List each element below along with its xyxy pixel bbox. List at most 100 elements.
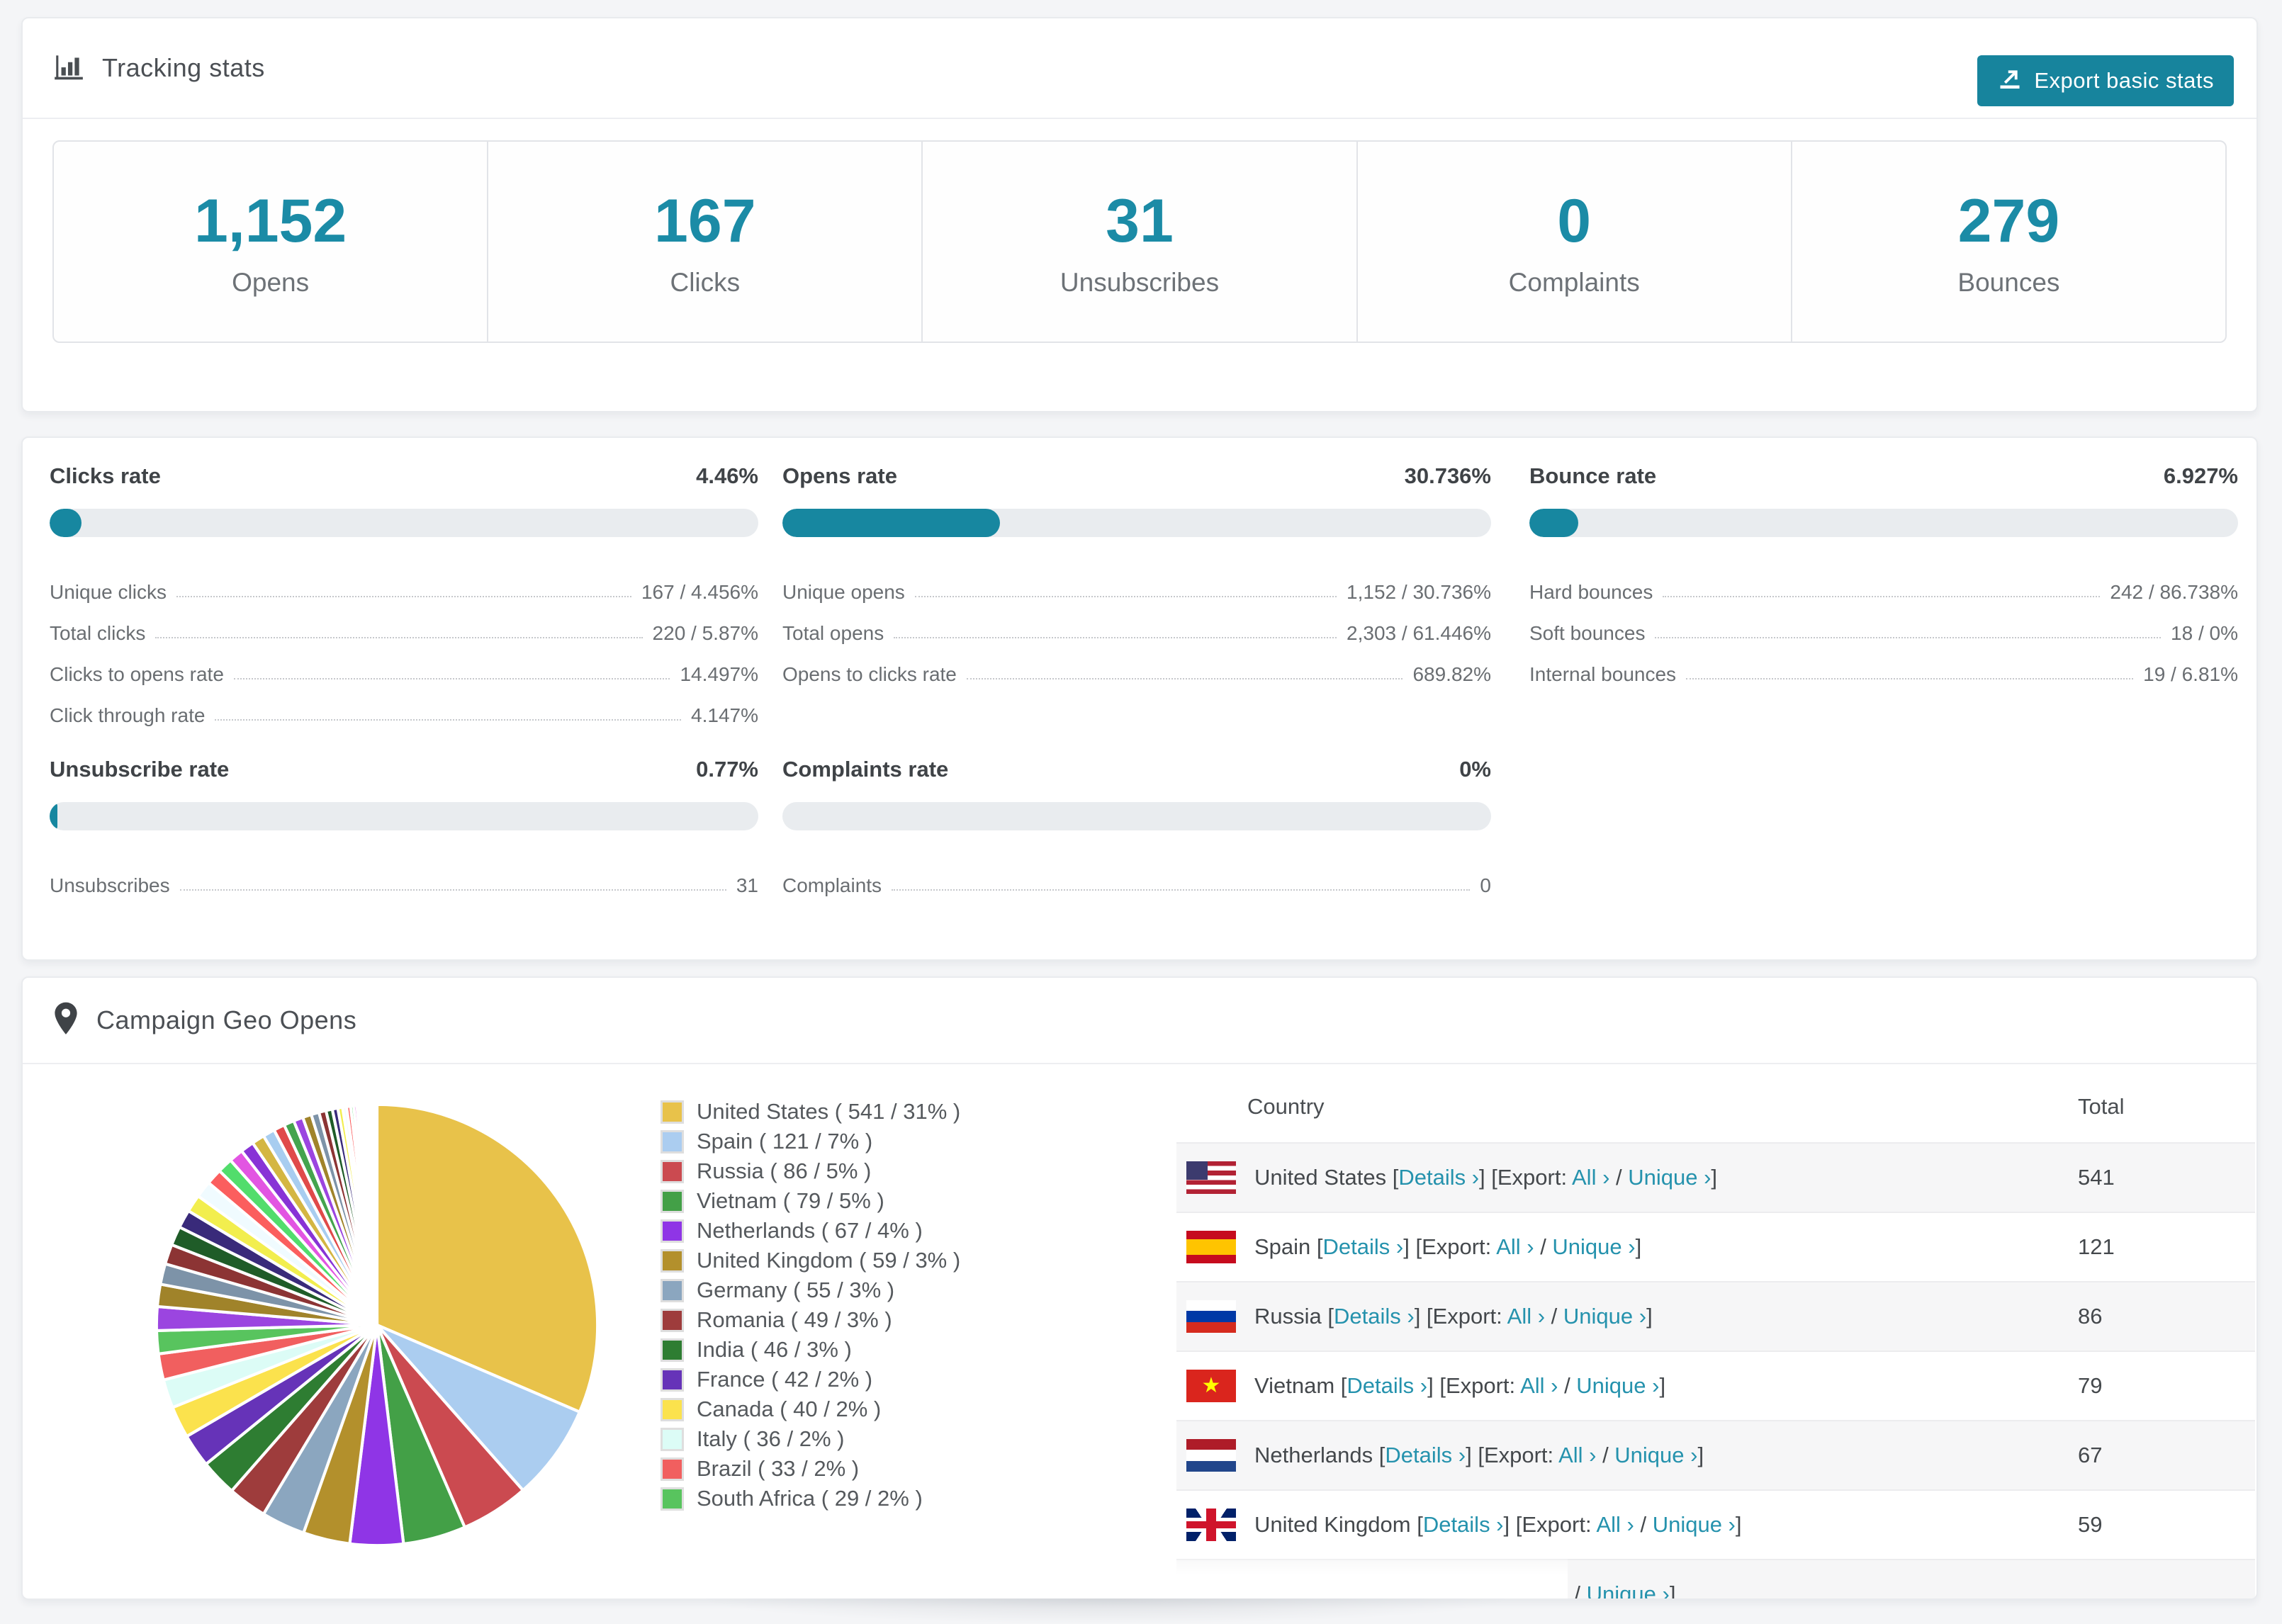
link-separator: [ <box>1316 1234 1323 1259</box>
rate-rows: Unique opens 1,152 / 30.736% Total opens 2,… <box>782 563 1491 686</box>
details-link[interactable]: Details › <box>1323 1234 1404 1259</box>
export-all-link[interactable]: All › <box>1596 1512 1634 1537</box>
geo-header-divider <box>23 1063 2256 1064</box>
rate-panel-value: 4.46% <box>696 463 758 488</box>
country-links: Netherlands [Details ›] [Export: All › /… <box>1254 1443 1704 1468</box>
total-cell: 67 <box>2078 1443 2103 1467</box>
export-unique-link[interactable]: Unique › <box>1563 1304 1646 1329</box>
rate-rows: Unsubscribes 31 <box>50 856 758 897</box>
country-links: United States [Details ›] [Export: All ›… <box>1254 1165 1717 1190</box>
progress-bar-fill <box>50 509 82 537</box>
legend-label: United States ( 541 / 31% ) <box>697 1099 961 1124</box>
export-all-link[interactable]: All › <box>1520 1373 1558 1398</box>
rate-row-label: Total opens <box>782 622 884 644</box>
link-separator: ] <box>1659 1373 1666 1398</box>
rate-panel-value: 0% <box>1459 757 1491 782</box>
legend-label: South Africa ( 29 / 2% ) <box>697 1486 923 1511</box>
rate-panel-title: Clicks rate <box>50 463 161 488</box>
export-basic-stats-button[interactable]: Export basic stats <box>1977 55 2234 106</box>
country-links: Vietnam [Details ›] [Export: All › / Uni… <box>1254 1373 1665 1399</box>
legend-label: United Kingdom ( 59 / 3% ) <box>697 1248 961 1273</box>
dotted-leader <box>966 678 1403 680</box>
rate-panel-value: 6.927% <box>2163 463 2238 488</box>
legend-swatch <box>661 1219 684 1243</box>
details-link[interactable]: Details › <box>1334 1304 1415 1329</box>
export-button-label: Export basic stats <box>2034 68 2214 93</box>
export-unique-link[interactable]: Unique › <box>1628 1165 1711 1190</box>
details-link[interactable]: Details › <box>1347 1373 1427 1398</box>
export-unique-link[interactable]: Unique › <box>1587 1581 1670 1598</box>
country-name: Vietnam <box>1254 1373 1341 1398</box>
legend-label: Germany ( 55 / 3% ) <box>697 1278 895 1302</box>
rate-panel-header: Clicks rate 4.46% <box>50 463 758 489</box>
pie-slice-other-42[interactable] <box>374 1103 379 1327</box>
table-row-us: United States [Details ›] [Export: All ›… <box>1176 1142 2255 1212</box>
tracking-stats-card: Tracking stats Export basic stats 1,152 O… <box>21 17 2258 412</box>
rate-row-value: 4.147% <box>691 704 758 726</box>
rate-row-label: Opens to clicks rate <box>782 663 957 685</box>
rate-row-value: 2,303 / 61.446% <box>1347 622 1491 644</box>
details-link[interactable]: Details › <box>1385 1443 1466 1467</box>
legend-swatch <box>661 1159 684 1183</box>
export-unique-link[interactable]: Unique › <box>1552 1234 1635 1259</box>
dotted-leader <box>179 889 726 891</box>
tracking-stats-header: Tracking stats <box>52 18 265 118</box>
stat-value: 279 <box>1957 186 2060 255</box>
dotted-leader <box>215 719 682 721</box>
geo-table-header: Country Total <box>1176 1071 2255 1142</box>
total-column-header: Total <box>2078 1094 2125 1119</box>
page-title: Tracking stats <box>102 53 265 82</box>
total-cell: 59 <box>2078 1512 2103 1537</box>
link-separator: / <box>1609 1165 1629 1190</box>
rate-panel-complaints-rate: Complaints rate 0% Complaints 0 <box>782 757 1491 897</box>
export-all-link[interactable]: All › <box>1572 1165 1609 1190</box>
link-separator: [ <box>1417 1512 1423 1537</box>
details-link[interactable]: Details › <box>1398 1165 1479 1190</box>
export-all-link[interactable]: All › <box>1507 1304 1545 1329</box>
de-flag-icon <box>1186 1578 1236 1598</box>
rate-row-label: Hard bounces <box>1529 581 1653 603</box>
country-links: Russia [Details ›] [Export: All › / Uniq… <box>1254 1304 1653 1329</box>
legend-item-italy: Italy ( 36 / 2% ) <box>661 1424 960 1454</box>
legend-swatch <box>661 1129 684 1154</box>
export-all-link[interactable]: All › <box>1530 1581 1568 1598</box>
details-link[interactable]: Details › <box>1357 1581 1438 1598</box>
link-separator: ] [Export: <box>1503 1512 1597 1537</box>
geo-header: Campaign Geo Opens <box>52 978 356 1063</box>
legend-label: Romania ( 49 / 3% ) <box>697 1307 892 1332</box>
rate-panel-header: Opens rate 30.736% <box>782 463 1491 489</box>
stat-cell-bounces: 279 Bounces <box>1790 142 2225 342</box>
rate-row: Clicks to opens rate 14.497% <box>50 645 758 686</box>
export-unique-link[interactable]: Unique › <box>1614 1443 1697 1467</box>
geo-opens-pie-chart <box>136 1084 618 1566</box>
header-divider <box>23 118 2256 119</box>
rate-row-label: Click through rate <box>50 704 206 726</box>
country-cell: Netherlands [Details ›] [Export: All › /… <box>1176 1439 2078 1472</box>
pie-legend: United States ( 541 / 31% ) Spain ( 121 /… <box>661 1097 960 1513</box>
rate-row-label: Soft bounces <box>1529 622 1646 644</box>
legend-item-canada: Canada ( 40 / 2% ) <box>661 1394 960 1424</box>
country-name: United Kingdom <box>1254 1512 1417 1537</box>
legend-item-vietnam: Vietnam ( 79 / 5% ) <box>661 1186 960 1216</box>
rate-panel-clicks-rate: Clicks rate 4.46% Unique clicks 167 / 4.456… <box>50 463 758 727</box>
details-link[interactable]: Details › <box>1423 1512 1504 1537</box>
legend-item-south-africa: South Africa ( 29 / 2% ) <box>661 1484 960 1513</box>
ru-flag-icon <box>1186 1300 1236 1333</box>
export-unique-link[interactable]: Unique › <box>1576 1373 1659 1398</box>
stat-label: Opens <box>232 267 310 297</box>
es-flag-icon <box>1186 1231 1236 1263</box>
export-all-link[interactable]: All › <box>1558 1443 1596 1467</box>
stat-label: Unsubscribes <box>1060 267 1220 297</box>
total-cell: 79 <box>2078 1373 2103 1398</box>
legend-swatch <box>661 1338 684 1362</box>
legend-label: Italy ( 36 / 2% ) <box>697 1426 845 1451</box>
table-row-nl: Netherlands [Details ›] [Export: All › /… <box>1176 1420 2255 1489</box>
export-unique-link[interactable]: Unique › <box>1653 1512 1736 1537</box>
rate-row: Internal bounces 19 / 6.81% <box>1529 645 2238 686</box>
legend-label: Spain ( 121 / 7% ) <box>697 1129 873 1154</box>
stat-cell-opens: 1,152 Opens <box>54 142 487 342</box>
table-row-es: Spain [Details ›] [Export: All › / Uniqu… <box>1176 1212 2255 1281</box>
export-all-link[interactable]: All › <box>1496 1234 1534 1259</box>
us-flag-icon <box>1186 1161 1236 1194</box>
country-name: Russia <box>1254 1304 1328 1329</box>
